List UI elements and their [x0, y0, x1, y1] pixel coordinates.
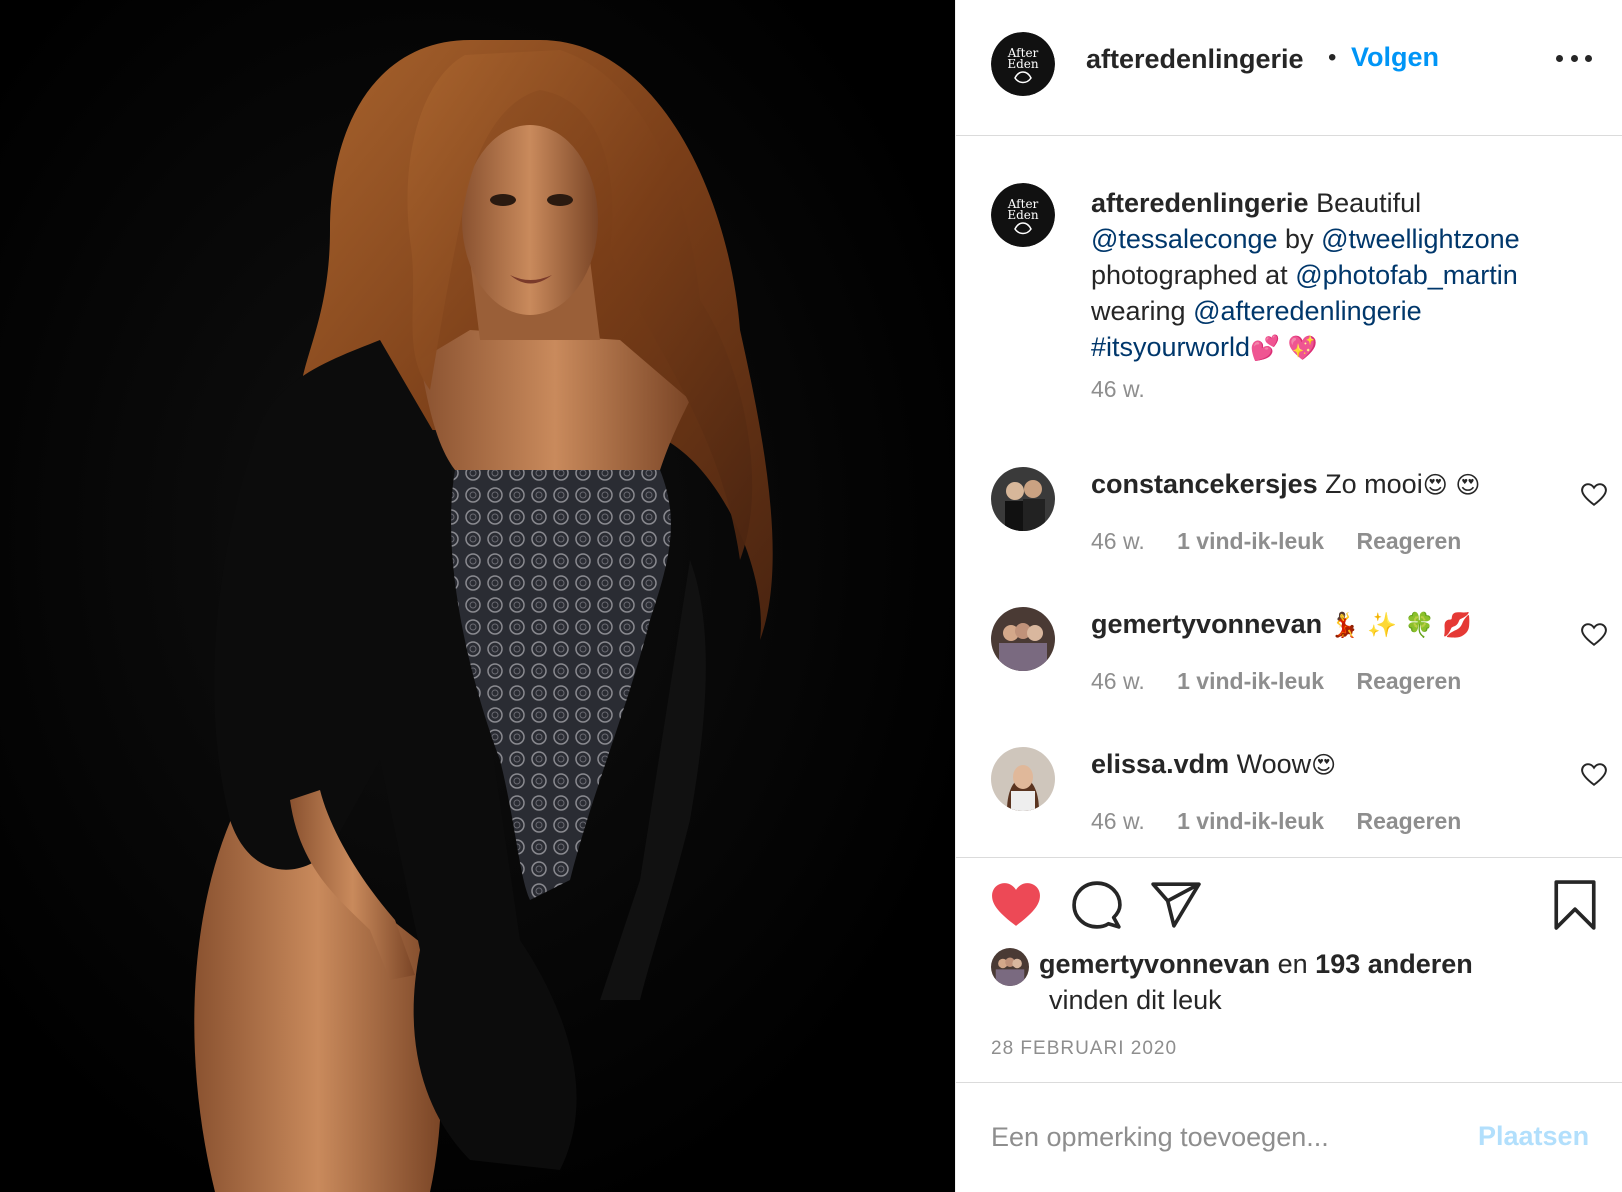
comment-likes[interactable]: 1 vind-ik-leuk [1177, 528, 1324, 554]
bookmark-icon[interactable] [1553, 880, 1597, 930]
commenter-avatar[interactable] [991, 467, 1055, 531]
comment-body: Woow [1236, 749, 1312, 779]
reply-button[interactable]: Reageren [1356, 668, 1461, 694]
comment-likes[interactable]: 1 vind-ik-leuk [1177, 668, 1324, 694]
heart-outline-icon[interactable] [1581, 483, 1607, 507]
comment-username[interactable]: gemertyvonnevan [1091, 609, 1322, 639]
follow-button[interactable]: Volgen [1351, 42, 1439, 73]
comment-username[interactable]: elissa.vdm [1091, 749, 1229, 779]
comment-emoji: 😍 😍 [1422, 471, 1481, 499]
comment-likes[interactable]: 1 vind-ik-leuk [1177, 808, 1324, 834]
liked-suffix: vinden dit leuk [1049, 985, 1222, 1015]
post-side-panel: After Eden afteredenlingerie • Volgen Af… [955, 0, 1622, 1192]
caption-word: photographed at [1091, 260, 1288, 290]
comment-emoji: 💃 ✨ 🍀 💋 [1329, 611, 1473, 639]
caption-emoji: 💕 💖 [1250, 334, 1318, 362]
caption-username[interactable]: afteredenlingerie [1091, 188, 1309, 218]
caption-word: by [1285, 224, 1314, 254]
liker-avatar[interactable] [991, 948, 1029, 986]
heart-outline-icon[interactable] [1581, 763, 1607, 787]
post-photo[interactable] [0, 0, 955, 1192]
author-username[interactable]: afteredenlingerie [1086, 44, 1304, 75]
commenter-avatar[interactable] [991, 607, 1055, 671]
comment-timestamp[interactable]: 46 w. [1091, 528, 1145, 554]
post-date[interactable]: 28 FEBRUARI 2020 [991, 1038, 1177, 1060]
comment-timestamp[interactable]: 46 w. [1091, 668, 1145, 694]
comment-icon[interactable] [1072, 880, 1122, 930]
caption-word: Beautiful [1316, 188, 1422, 218]
share-icon[interactable] [1151, 882, 1201, 928]
comment-username[interactable]: constancekersjes [1091, 469, 1318, 499]
post-header: After Eden afteredenlingerie • Volgen [956, 0, 1622, 136]
caption-author-avatar[interactable]: After Eden [991, 183, 1055, 247]
mention-link[interactable]: @tessaleconge [1091, 224, 1278, 254]
post-actions: gemertyvonnevan en 193 anderen vinden di… [956, 857, 1622, 1082]
reply-button[interactable]: Reageren [1356, 528, 1461, 554]
logo-text-eden: Eden [1007, 208, 1039, 222]
caption-text: afteredenlingerie Beautiful @tessalecong… [1091, 185, 1591, 366]
mention-link[interactable]: @tweellightzone [1321, 224, 1520, 254]
post-comment-button[interactable]: Plaatsen [1478, 1121, 1589, 1152]
post-photo-image [0, 0, 955, 1192]
author-avatar[interactable]: After Eden [991, 32, 1055, 96]
comments-list: After Eden afteredenlingerie Beautiful @… [956, 137, 1622, 857]
liker-username[interactable]: gemertyvonnevan [1039, 949, 1270, 979]
logo-text-eden: Eden [1007, 57, 1039, 71]
header-separator: • [1328, 44, 1337, 71]
caption-timestamp[interactable]: 46 w. [1091, 376, 1145, 403]
hashtag-link[interactable]: #itsyourworld [1091, 332, 1250, 362]
more-options-icon[interactable] [1556, 50, 1592, 66]
reply-button[interactable]: Reageren [1356, 808, 1461, 834]
add-comment-bar: Plaatsen [956, 1082, 1622, 1192]
mention-link[interactable]: @photofab_martin [1295, 260, 1518, 290]
liked-connector: en [1277, 949, 1308, 979]
comment-body: Zo mooi [1325, 469, 1423, 499]
commenter-avatar[interactable] [991, 747, 1055, 811]
heart-outline-icon[interactable] [1581, 623, 1607, 647]
comment-input[interactable] [991, 1117, 1471, 1157]
comment-emoji: 😍 [1311, 751, 1337, 779]
comment-timestamp[interactable]: 46 w. [1091, 808, 1145, 834]
likes-count-link[interactable]: 193 anderen [1315, 949, 1473, 979]
caption-word: wearing [1091, 296, 1186, 326]
heart-filled-icon[interactable] [991, 882, 1041, 928]
mention-link[interactable]: @afteredenlingerie [1193, 296, 1422, 326]
